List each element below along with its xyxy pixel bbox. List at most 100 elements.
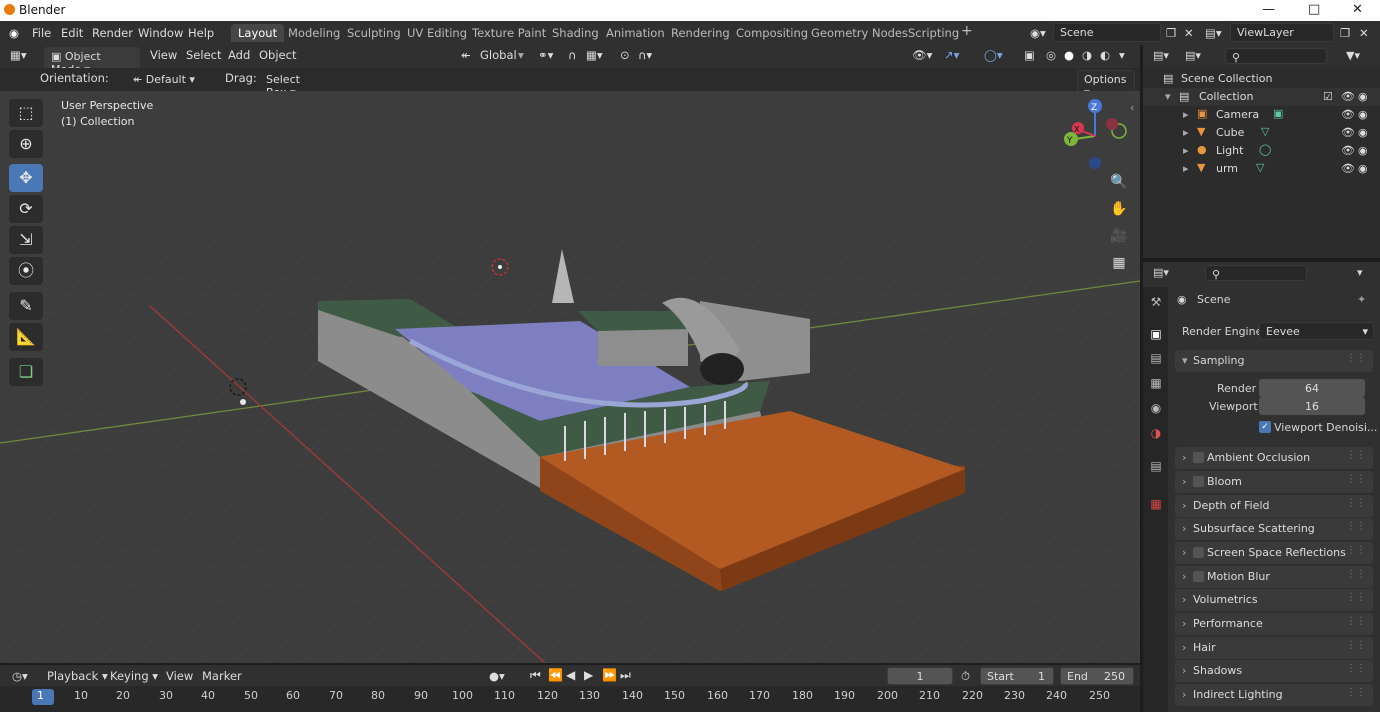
- navigation-gizmo[interactable]: Z Y X: [1064, 99, 1127, 169]
- editor-type-icon[interactable]: ▦▾: [10, 48, 27, 62]
- screen-space-reflections-panel[interactable]: › Screen Space Reflections ⋮⋮: [1175, 542, 1373, 564]
- move-tool[interactable]: ✥: [9, 164, 43, 192]
- drag-grip-icon[interactable]: ⋮⋮: [1346, 474, 1366, 485]
- ortho-toggle-icon[interactable]: ▦: [1108, 255, 1130, 277]
- close-icon[interactable]: ✕: [1352, 2, 1363, 17]
- menu-object[interactable]: Object: [259, 48, 296, 62]
- measure-tool[interactable]: 📐: [9, 323, 43, 351]
- motion-blur-panel[interactable]: › Motion Blur ⋮⋮: [1175, 566, 1373, 588]
- outliner-item-cube[interactable]: ▸ ▼ Cube ▽ 👁 ◉: [1143, 124, 1380, 142]
- view-layer-selector[interactable]: ViewLayer: [1230, 23, 1334, 42]
- sidebar-toggle-icon[interactable]: ‹: [1130, 101, 1134, 114]
- output-tab-icon[interactable]: ▤: [1148, 351, 1164, 367]
- drag-grip-icon[interactable]: ⋮⋮: [1346, 616, 1366, 627]
- menu-edit[interactable]: Edit: [61, 26, 83, 40]
- ssr-checkbox[interactable]: [1193, 547, 1204, 558]
- proportional-edit-icon[interactable]: ⊙: [620, 48, 630, 62]
- drag-grip-icon[interactable]: ⋮⋮: [1346, 353, 1366, 364]
- properties-search-input[interactable]: ⚲: [1205, 265, 1307, 281]
- 3d-viewport[interactable]: Z Y X User Perspective (1) Collection ⬚ …: [0, 91, 1140, 663]
- tab-layout[interactable]: Layout: [231, 24, 285, 42]
- jump-start-icon[interactable]: ⏮: [530, 668, 541, 683]
- render-samples-field[interactable]: 64: [1259, 379, 1365, 397]
- hair-panel[interactable]: › Hair ⋮⋮: [1175, 637, 1373, 659]
- view-layer-tab-icon[interactable]: ▦: [1148, 376, 1164, 392]
- menu-add[interactable]: Add: [228, 48, 250, 62]
- delete-scene-icon[interactable]: ✕: [1184, 26, 1194, 40]
- expand-arrow-icon[interactable]: ▾: [1165, 90, 1171, 103]
- drag-grip-icon[interactable]: ⋮⋮: [1346, 663, 1366, 674]
- camera-restrict-icon[interactable]: ◉: [1358, 90, 1368, 103]
- drag-grip-icon[interactable]: ⋮⋮: [1346, 521, 1366, 532]
- world-tab-icon[interactable]: ◑: [1148, 426, 1164, 442]
- pivot-point-icon[interactable]: ⚭▾: [538, 48, 553, 62]
- camera-view-icon[interactable]: 🎥: [1108, 228, 1130, 250]
- wireframe-shading-icon[interactable]: ◎: [1046, 48, 1056, 62]
- tool-tab-icon[interactable]: ⚒: [1148, 295, 1164, 311]
- gizmo-icon[interactable]: ↗▾: [944, 48, 959, 62]
- scene-icon[interactable]: ◉▾: [1030, 26, 1046, 40]
- pan-hand-icon[interactable]: ✋: [1108, 201, 1130, 223]
- cursor-tool[interactable]: ⊕: [9, 130, 43, 158]
- camera-restrict-icon[interactable]: ◉: [1358, 144, 1368, 157]
- render-tab-icon[interactable]: ▣: [1148, 327, 1164, 343]
- motion-blur-checkbox[interactable]: [1193, 571, 1204, 582]
- jump-end-icon[interactable]: ⏭: [620, 668, 631, 683]
- transform-orientation-icon[interactable]: ↞: [461, 48, 471, 62]
- tab-animation[interactable]: Animation: [606, 26, 665, 40]
- collection-tab-icon[interactable]: ▤: [1148, 459, 1164, 475]
- volumetrics-panel[interactable]: › Volumetrics ⋮⋮: [1175, 589, 1373, 611]
- eye-icon[interactable]: 👁: [1341, 144, 1355, 157]
- scene-tab-icon[interactable]: ◉: [1148, 401, 1164, 417]
- camera-restrict-icon[interactable]: ◉: [1358, 126, 1368, 139]
- menu-render[interactable]: Render: [92, 26, 133, 40]
- menu-timeline-view[interactable]: View: [166, 669, 193, 683]
- performance-panel[interactable]: › Performance ⋮⋮: [1175, 613, 1373, 635]
- play-reverse-icon[interactable]: ◀: [566, 668, 575, 682]
- checkbox-icon[interactable]: ☑: [1323, 90, 1333, 103]
- orientation-dropdown[interactable]: ↞ Default ▾: [126, 70, 214, 89]
- outliner-item-light[interactable]: ▸ ● Light ◯ 👁 ◉: [1143, 142, 1380, 160]
- expand-arrow-icon[interactable]: ▸: [1183, 144, 1189, 157]
- outliner-item-urm[interactable]: ▸ ▼ urm ▽ 👁 ◉: [1143, 160, 1380, 178]
- menu-marker[interactable]: Marker: [202, 669, 242, 683]
- drag-grip-icon[interactable]: ⋮⋮: [1346, 545, 1366, 556]
- depth-of-field-panel[interactable]: › Depth of Field ⋮⋮: [1175, 495, 1373, 517]
- add-cube-tool[interactable]: ❏: [9, 358, 43, 386]
- timeline-editor-type-icon[interactable]: ◷▾: [12, 669, 28, 683]
- camera-restrict-icon[interactable]: ◉: [1358, 108, 1368, 121]
- drag-grip-icon[interactable]: ⋮⋮: [1346, 498, 1366, 509]
- sampling-panel-header[interactable]: ▾ Sampling ⋮⋮: [1175, 350, 1373, 372]
- snap-target-icon[interactable]: ▦▾: [586, 48, 603, 62]
- eye-icon[interactable]: 👁: [1341, 90, 1355, 103]
- end-frame-field[interactable]: End 250: [1060, 667, 1134, 685]
- pin-icon[interactable]: ✦: [1357, 293, 1366, 306]
- bloom-panel[interactable]: › Bloom ⋮⋮: [1175, 471, 1373, 493]
- transform-orientation-value[interactable]: Global: [480, 48, 517, 62]
- camera-restrict-icon[interactable]: ◉: [1358, 162, 1368, 175]
- scale-tool[interactable]: ⇲: [9, 226, 43, 254]
- menu-keying[interactable]: Keying ▾: [110, 669, 158, 683]
- drag-grip-icon[interactable]: ⋮⋮: [1346, 450, 1366, 461]
- viewport-samples-field[interactable]: 16: [1259, 397, 1365, 415]
- chevron-down-icon[interactable]: ▾: [518, 48, 524, 62]
- falloff-icon[interactable]: ∩▾: [638, 48, 652, 62]
- menu-playback[interactable]: Playback ▾: [47, 669, 108, 683]
- render-engine-dropdown[interactable]: Eevee ▾: [1259, 322, 1374, 340]
- outliner-type-icon[interactable]: ▤▾: [1153, 49, 1169, 62]
- expand-arrow-icon[interactable]: ▸: [1183, 162, 1189, 175]
- chevron-down-icon[interactable]: ▾: [1357, 266, 1363, 279]
- visibility-icon[interactable]: 👁▾: [912, 48, 932, 62]
- tab-rendering[interactable]: Rendering: [671, 26, 730, 40]
- current-frame-field[interactable]: 1: [887, 667, 953, 685]
- outliner-collection[interactable]: ▾ ▤ Collection ☑ 👁 ◉: [1143, 88, 1380, 106]
- annotate-tool[interactable]: ✎: [9, 292, 43, 320]
- minimize-icon[interactable]: —: [1262, 2, 1275, 17]
- solid-shading-icon[interactable]: ●: [1064, 48, 1074, 62]
- ambient-occlusion-panel[interactable]: › Ambient Occlusion ⋮⋮: [1175, 447, 1373, 469]
- drag-grip-icon[interactable]: ⋮⋮: [1346, 687, 1366, 698]
- menu-select[interactable]: Select: [186, 48, 221, 62]
- indirect-lighting-panel[interactable]: › Indirect Lighting ⋮⋮: [1175, 684, 1373, 706]
- next-keyframe-icon[interactable]: ⏩: [602, 668, 617, 682]
- ambient-occlusion-checkbox[interactable]: [1193, 452, 1204, 463]
